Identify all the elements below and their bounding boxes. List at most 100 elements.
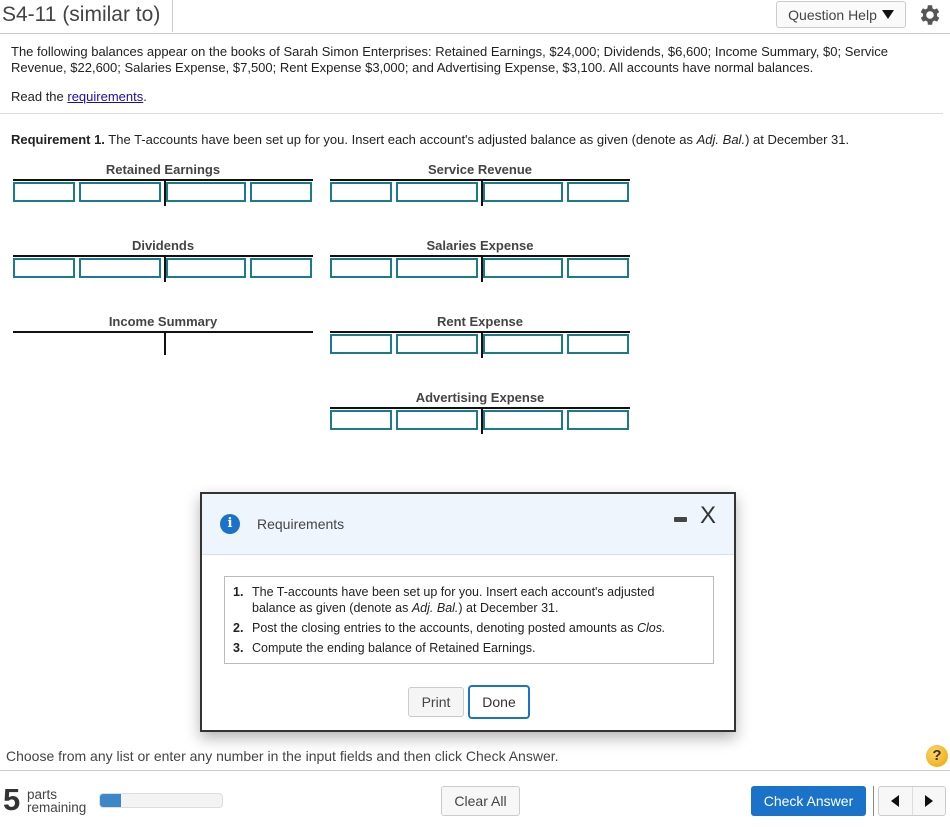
requirements-list: 1. The T-accounts have been set up for yo…: [224, 576, 714, 664]
previous-button[interactable]: [879, 787, 912, 815]
t-account-title: Dividends: [131, 238, 195, 253]
t-account-top-line: [330, 407, 630, 409]
credit-label-input[interactable]: [250, 258, 312, 278]
requirement-number: 1.: [233, 585, 244, 599]
t-account: Dividends: [13, 238, 313, 282]
requirements-dialog: i Requirements X 1. The T-accounts have b…: [200, 492, 736, 732]
caret-down-icon: [881, 10, 894, 19]
header-divider: [0, 33, 950, 34]
read-suffix: .: [143, 89, 147, 104]
requirement-italic: Adj. Bal.: [411, 601, 459, 615]
minimize-icon[interactable]: [674, 517, 687, 522]
t-account-top-line: [13, 255, 313, 257]
check-answer-button[interactable]: Check Answer: [751, 786, 866, 816]
credit-label-input[interactable]: [567, 410, 629, 430]
gear-icon[interactable]: [917, 2, 943, 28]
section-divider: [0, 113, 943, 114]
done-button[interactable]: Done: [468, 685, 530, 719]
parts-remaining-label: parts remaining: [27, 788, 86, 815]
t-account: Service Revenue: [330, 162, 630, 206]
debit-amount-input[interactable]: [396, 182, 478, 202]
debit-label-input[interactable]: [330, 334, 392, 354]
debit-amount-input[interactable]: [79, 182, 161, 202]
question-nav: [878, 786, 946, 816]
t-account-top-line: [13, 179, 313, 181]
requirements-link[interactable]: requirements: [67, 89, 143, 104]
progress-bar: [99, 793, 223, 808]
requirement-body: Post the closing entries to the accounts…: [252, 621, 637, 635]
credit-label-input[interactable]: [567, 258, 629, 278]
requirement-body: The T-accounts have been set up for you.…: [104, 132, 697, 147]
debit-amount-input[interactable]: [396, 410, 478, 430]
debit-amount-input[interactable]: [396, 258, 478, 278]
footer-divider: [0, 770, 950, 771]
requirement-item: 2. Post the closing entries to the accoun…: [233, 620, 713, 636]
requirement-1-text: Requirement 1. The T-accounts have been …: [11, 132, 849, 147]
requirement-text: The T-accounts have been set up for you.…: [252, 584, 692, 616]
requirement-text: Compute the ending balance of Retained E…: [252, 640, 692, 656]
next-button[interactable]: [911, 787, 946, 815]
t-account-title: Rent Expense: [437, 314, 523, 329]
t-account-title: Service Revenue: [427, 162, 533, 177]
debit-label-input[interactable]: [330, 258, 392, 278]
dialog-title: Requirements: [257, 516, 345, 532]
credit-amount-input[interactable]: [166, 182, 246, 202]
requirement-end: ) at December 31.: [745, 132, 850, 147]
debit-label-input[interactable]: [13, 182, 75, 202]
t-account-title: Advertising Expense: [415, 390, 545, 405]
credit-amount-input[interactable]: [483, 334, 563, 354]
info-icon: i: [220, 514, 240, 534]
requirement-number: 2.: [233, 621, 244, 635]
requirement-label: Requirement 1.: [11, 132, 105, 147]
debit-amount-input[interactable]: [396, 334, 478, 354]
debit-label-input[interactable]: [330, 410, 392, 430]
nav-divider: [873, 786, 874, 816]
t-account: Advertising Expense: [330, 390, 630, 434]
credit-label-input[interactable]: [567, 334, 629, 354]
requirement-italic: Clos.: [636, 621, 666, 635]
t-account-title: Income Summary: [108, 314, 218, 329]
t-account: Salaries Expense: [330, 238, 630, 282]
credit-amount-input[interactable]: [166, 258, 246, 278]
t-account-top-line: [330, 331, 630, 333]
t-account-top-line: [330, 179, 630, 181]
requirement-end: ) at December 31.: [458, 601, 559, 615]
close-icon[interactable]: X: [700, 504, 716, 528]
debit-label-input[interactable]: [13, 258, 75, 278]
arrow-right-icon: [924, 795, 933, 807]
page-title: S4-11 (similar to): [2, 3, 161, 26]
question-help-button[interactable]: Question Help: [776, 1, 906, 28]
t-account-top-line: [330, 255, 630, 257]
help-icon[interactable]: ?: [926, 745, 948, 767]
print-button[interactable]: Print: [408, 687, 464, 717]
t-account: Retained Earnings: [13, 162, 313, 206]
requirement-item: 1. The T-accounts have been set up for yo…: [233, 584, 713, 616]
credit-label-input[interactable]: [250, 182, 312, 202]
clear-all-button[interactable]: Clear All: [441, 786, 520, 816]
credit-amount-input[interactable]: [483, 182, 563, 202]
t-account-top-line: [13, 331, 313, 333]
requirement-italic: Adj. Bal.: [696, 132, 746, 147]
progress-fill: [100, 794, 121, 807]
t-account-center-line: [164, 331, 166, 355]
parts-remaining-count: 5: [3, 782, 21, 817]
requirement-item: 3. Compute the ending balance of Retained…: [233, 640, 713, 656]
t-account: Income Summary: [13, 314, 313, 355]
requirement-number: 3.: [233, 641, 244, 655]
read-prefix: Read the: [11, 89, 68, 104]
dialog-header: i Requirements X: [202, 494, 734, 555]
requirement-body: Compute the ending balance of Retained E…: [252, 641, 536, 655]
question-help-label: Question Help: [788, 6, 877, 23]
read-requirements: Read the requirements.: [11, 89, 147, 104]
t-account-title: Salaries Expense: [426, 238, 534, 253]
problem-intro: The following balances appear on the boo…: [11, 44, 889, 75]
arrow-left-icon: [891, 795, 900, 807]
t-account-title: Retained Earnings: [105, 162, 221, 177]
credit-amount-input[interactable]: [483, 410, 563, 430]
requirement-text: Post the closing entries to the accounts…: [252, 620, 692, 636]
credit-label-input[interactable]: [567, 182, 629, 202]
credit-amount-input[interactable]: [483, 258, 563, 278]
debit-label-input[interactable]: [330, 182, 392, 202]
debit-amount-input[interactable]: [79, 258, 161, 278]
title-divider: [172, 0, 173, 32]
